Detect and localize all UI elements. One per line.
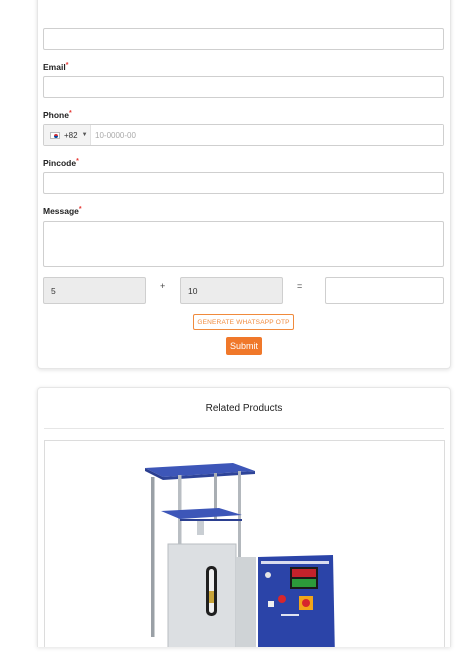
country-selector[interactable]: +82 ▼ — [44, 125, 91, 145]
related-products-title: Related Products — [205, 403, 283, 414]
generate-whatsapp-otp-button[interactable]: GENERATE WHATSAPP OTP — [193, 314, 294, 330]
pincode-label: Pincode* — [43, 158, 79, 168]
message-label: Message* — [43, 206, 82, 216]
required-mark: * — [68, 110, 72, 117]
required-mark: * — [78, 206, 82, 213]
required-mark: * — [76, 158, 79, 165]
phone-input[interactable] — [91, 125, 443, 145]
page: Email* Phone* +82 ▼ Pincode* Message* 5 … — [0, 0, 474, 670]
divider — [44, 428, 444, 429]
captcha-answer-input[interactable] — [325, 277, 444, 304]
caret-down-icon: ▼ — [81, 132, 88, 138]
captcha-plus-sign: + — [160, 281, 166, 291]
pincode-input[interactable] — [43, 172, 444, 194]
email-input[interactable] — [43, 76, 444, 98]
submit-button[interactable]: Submit — [226, 337, 262, 355]
country-code: +82 — [64, 130, 78, 140]
compression-testing-machine-image — [145, 463, 335, 647]
phone-field: +82 ▼ — [43, 124, 444, 146]
captcha-operand-a: 5 — [43, 277, 146, 304]
captcha-operand-b: 10 — [180, 277, 283, 304]
captcha-equals-sign: = — [297, 281, 303, 291]
south-korea-flag-icon — [50, 131, 60, 139]
email-label: Email* — [43, 62, 69, 72]
related-products-card: Related Products — [37, 387, 451, 647]
required-mark: * — [65, 62, 69, 69]
product-card[interactable] — [44, 440, 445, 647]
name-input[interactable] — [43, 28, 444, 50]
phone-label: Phone* — [43, 110, 72, 120]
message-textarea[interactable] — [43, 221, 444, 267]
